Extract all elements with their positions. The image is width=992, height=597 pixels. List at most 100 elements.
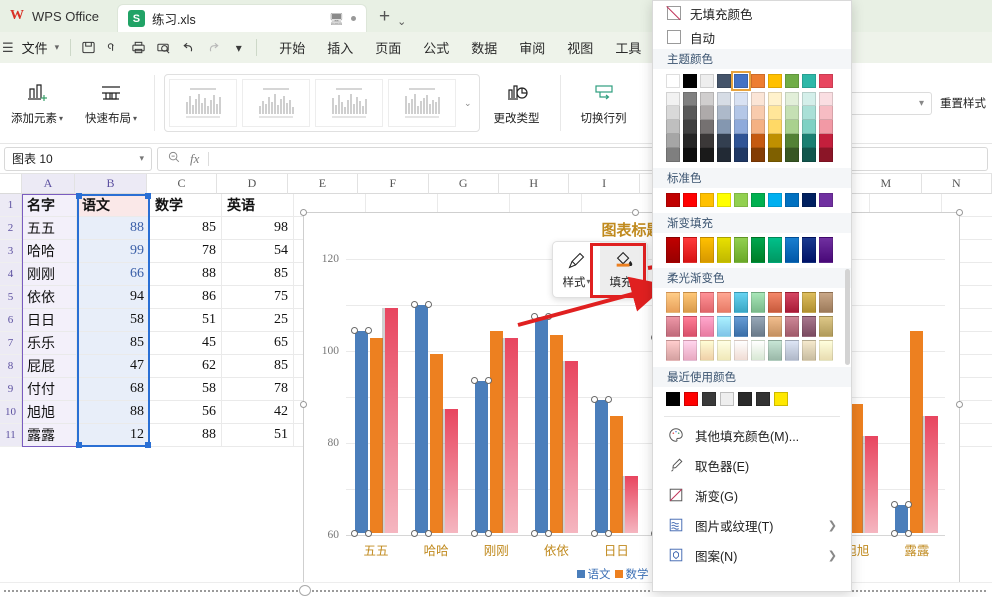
chevron-right-icon[interactable]: ❯ [828, 549, 837, 562]
theme-color-swatch[interactable] [768, 74, 782, 88]
scrollbar-thumb[interactable] [299, 584, 312, 596]
gradient-fill-swatch[interactable] [819, 237, 833, 263]
soft-gradient-swatch[interactable] [700, 316, 714, 337]
cell-A11[interactable]: 露露 [22, 424, 77, 447]
chevron-right-icon[interactable]: ❯ [828, 519, 837, 532]
soft-gradient-swatch[interactable] [666, 316, 680, 337]
chart-category-group[interactable]: 露露 [887, 257, 947, 558]
tab-data[interactable]: 数据 [460, 32, 508, 63]
cell-D3[interactable]: 54 [222, 240, 294, 263]
theme-shade-swatch[interactable] [751, 148, 765, 162]
theme-shade-swatch[interactable] [768, 134, 782, 148]
theme-shade-swatch[interactable] [768, 120, 782, 134]
document-tab[interactable]: S 练习.xls 🖥 [116, 4, 367, 32]
series-select-handle[interactable] [484, 377, 492, 385]
series-select-handle[interactable] [604, 530, 612, 537]
switch-row-column-button[interactable]: 切换行列 [567, 67, 641, 139]
theme-color-swatch[interactable] [819, 74, 833, 88]
chart-category-group[interactable]: 日日 [586, 257, 646, 558]
column-header-G[interactable]: G [428, 174, 499, 194]
menu-pattern[interactable]: 图案(N) ❯ [653, 540, 851, 570]
cell-D6[interactable]: 25 [222, 309, 294, 332]
soft-gradient-swatch[interactable] [683, 316, 697, 337]
theme-shade-swatch[interactable] [785, 106, 799, 120]
soft-gradient-swatch[interactable] [700, 340, 714, 361]
theme-shade-swatch[interactable] [666, 92, 680, 106]
series-select-handle[interactable] [530, 530, 538, 537]
theme-color-swatch[interactable] [751, 74, 765, 88]
theme-shade-swatch[interactable] [785, 134, 799, 148]
soft-gradient-swatch[interactable] [802, 340, 816, 361]
chart-title[interactable]: 图表标题 [304, 219, 959, 240]
cell-C3[interactable]: 78 [150, 240, 222, 263]
gallery-more-icon[interactable]: ⌄ [461, 98, 475, 109]
soft-gradient-swatch[interactable] [751, 316, 765, 337]
theme-shade-swatch[interactable] [717, 134, 731, 148]
row-header-10[interactable]: 10 [0, 401, 22, 424]
soft-gradient-swatch[interactable] [819, 292, 833, 313]
theme-shade-swatch[interactable] [700, 92, 714, 106]
series-select-handle[interactable] [350, 326, 358, 334]
row-header-11[interactable]: 11 [0, 424, 22, 447]
cell-C8[interactable]: 62 [150, 355, 222, 378]
column-header-N[interactable]: N [921, 174, 992, 194]
gradient-fill-swatch[interactable] [683, 237, 697, 263]
theme-shade-swatch[interactable] [802, 148, 816, 162]
row-header-1[interactable]: 1 [0, 194, 22, 217]
chart-category-group[interactable]: 哈哈 [406, 257, 466, 558]
cell-A1[interactable]: 名字 [22, 194, 77, 217]
series-select-handle[interactable] [484, 530, 492, 537]
theme-shade-swatch[interactable] [717, 106, 731, 120]
cell-B8[interactable]: 47 [77, 355, 150, 378]
cell-C7[interactable]: 45 [150, 332, 222, 355]
tab-tools[interactable]: 工具 [604, 32, 652, 63]
cell-A2[interactable]: 五五 [22, 217, 77, 240]
change-type-button[interactable]: 更改类型 [480, 67, 554, 139]
chart-resize-handle[interactable] [300, 209, 307, 216]
soft-gradient-swatch[interactable] [666, 340, 680, 361]
chart-bar[interactable] [862, 436, 879, 533]
redo-icon[interactable] [201, 37, 226, 59]
soft-gradient-swatch[interactable] [734, 340, 748, 361]
recent-color-grid[interactable] [653, 387, 851, 413]
chart-legend[interactable]: 语文数学英语 [304, 566, 959, 582]
column-header-M[interactable]: M [851, 174, 922, 194]
recent-color-swatch[interactable] [774, 392, 788, 406]
chart-bar[interactable] [470, 377, 492, 537]
soft-gradient-swatch[interactable] [785, 316, 799, 337]
cell-D5[interactable]: 75 [222, 286, 294, 309]
soft-gradient-swatch[interactable] [683, 292, 697, 313]
cell-D9[interactable]: 78 [222, 378, 294, 401]
standard-color-swatch[interactable] [819, 193, 833, 207]
cell-C2[interactable]: 85 [150, 217, 222, 240]
gradient-fill-swatch[interactable] [717, 237, 731, 263]
row-header-6[interactable]: 6 [0, 309, 22, 332]
series-select-handle[interactable] [424, 301, 432, 309]
theme-shade-swatch[interactable] [802, 120, 816, 134]
gradient-fill-swatch[interactable] [751, 237, 765, 263]
soft-gradient-swatch[interactable] [717, 292, 731, 313]
soft-gradient-swatch[interactable] [751, 340, 765, 361]
cell-A9[interactable]: 付付 [22, 378, 77, 401]
cell-A5[interactable]: 依依 [22, 286, 77, 309]
theme-color-swatch[interactable] [666, 74, 680, 88]
tab-review[interactable]: 审阅 [508, 32, 556, 63]
theme-shade-swatch[interactable] [683, 148, 697, 162]
gallery-item[interactable] [169, 79, 237, 127]
chart-style-gallery[interactable]: ⌄ [164, 74, 480, 132]
theme-shade-swatch[interactable] [666, 148, 680, 162]
gradient-fill-grid[interactable] [653, 233, 851, 268]
soft-gradient-swatch[interactable] [734, 292, 748, 313]
theme-shade-swatch[interactable] [700, 134, 714, 148]
chart-bar[interactable] [530, 312, 552, 537]
chart-bar[interactable] [381, 307, 398, 533]
chart-resize-handle[interactable] [956, 401, 963, 408]
theme-shade-swatch[interactable] [785, 120, 799, 134]
theme-shade-swatch[interactable] [751, 92, 765, 106]
cell-D2[interactable]: 98 [222, 217, 294, 240]
column-header-B[interactable]: B [75, 174, 147, 194]
tab-view[interactable]: 视图 [556, 32, 604, 63]
theme-shade-swatch[interactable] [666, 134, 680, 148]
cell-D4[interactable]: 85 [222, 263, 294, 286]
chart-plot-area[interactable]: 020406080100120五五哈哈刚刚依依日日乐乐屁屁付付旭旭露露 [322, 253, 947, 558]
